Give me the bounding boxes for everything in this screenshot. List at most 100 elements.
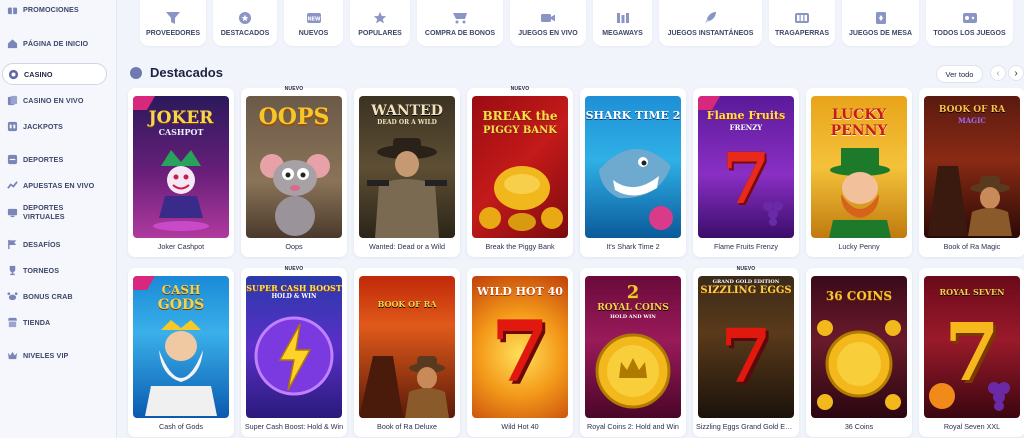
game-card-royal-coins-2[interactable]: 2 ROYAL COINS HOLD AND WIN Royal Coins 2… (580, 268, 686, 437)
star-badge-icon (239, 12, 251, 24)
game-logo-subtext: DEAD OR A WILD (377, 119, 437, 126)
game-card-royal-seven-xxl[interactable]: ROYAL SEVEN 7 Royal Seven XXL (919, 268, 1024, 437)
game-card-book-of-ra-deluxe[interactable]: BOOK OF RA Book of Ra Deluxe (354, 268, 460, 437)
sidebar-item-torneos[interactable]: TORNEOS (0, 259, 108, 281)
game-logo-subtext: PIGGY BANK (483, 125, 557, 136)
game-logo-text: Flame Fruits (706, 109, 786, 122)
category-label: TRAGAPERRAS (774, 30, 830, 37)
category-megaways[interactable]: MEGAWAYS (593, 0, 652, 46)
sidebar-item-inicio[interactable]: PÁGINA DE INICIO (0, 32, 108, 54)
category-populares[interactable]: POPULARES (350, 0, 410, 46)
sports-icon (6, 153, 18, 165)
home-icon (6, 37, 18, 49)
game-thumbnail: ROYAL SEVEN 7 (924, 276, 1020, 418)
camera-icon (541, 14, 555, 22)
category-destacados[interactable]: DESTACADOS (213, 0, 277, 46)
category-proveedores[interactable]: PROVEEDORES (140, 0, 206, 46)
category-nuevos[interactable]: NEW NUEVOS (284, 0, 343, 46)
sidebar-item-bonus-crab[interactable]: BONUS CRAB (0, 285, 108, 307)
game-logo-text: JOKER (148, 108, 214, 128)
game-title: Wanted: Dead or a Wild (368, 242, 446, 251)
sidebar-item-label: BONUS CRAB (23, 291, 73, 301)
game-card-oops[interactable]: NUEVO OOPS Oops (241, 86, 347, 257)
game-card-flame-fruits-frenzy[interactable]: Flame Fruits FRENZY 7 Flame Fruits Frenz… (693, 88, 799, 257)
sidebar-item-label: JACKPOTS (23, 121, 63, 131)
game-thumbnail: WILD HOT 40 7 (472, 276, 568, 418)
game-title: Royal Seven XXL (943, 422, 1001, 431)
shark-character-illustration (599, 148, 673, 230)
category-compra-de-bonos[interactable]: COMPRA DE BONOS (417, 0, 503, 46)
game-logo-text: OOPS (258, 104, 330, 130)
carousel-next-button[interactable]: › (1008, 65, 1024, 81)
sidebar-item-label: DEPORTES VIRTUALES (23, 203, 65, 221)
game-card-sizzling-eggs[interactable]: NUEVO SIZZLING EGGS GRAND GOLD EDITION 7… (693, 266, 799, 437)
game-thumbnail: BOOK OF RA (359, 276, 455, 418)
carousel-prev-button[interactable]: ‹ (990, 65, 1006, 81)
game-thumbnail: OOPS (246, 96, 342, 238)
hot-ribbon (698, 96, 721, 110)
game-card-wild-hot-40[interactable]: WILD HOT 40 7 Wild Hot 40 (467, 268, 573, 437)
royal-coins-number: 2 (626, 282, 640, 303)
category-todos-los-juegos[interactable]: TODOS LOS JUEGOS (926, 0, 1013, 46)
all-games-icon (962, 13, 977, 23)
live-cards-icon (6, 94, 18, 106)
jackpot-icon (6, 120, 18, 132)
game-card-book-of-ra-magic[interactable]: BOOK OF RA MAGIC Book of Ra Magic (919, 88, 1024, 257)
game-logo-text: WANTED (371, 103, 443, 119)
game-card-36-coins[interactable]: 36 COINS 36 Coins (806, 268, 912, 437)
game-thumbnail: BREAK the PIGGY BANK (472, 96, 568, 238)
crown-icon (6, 349, 18, 361)
game-thumbnail: JOKER CASHPOT (133, 96, 229, 238)
game-thumbnail: LUCKY PENNY (811, 96, 907, 238)
game-card-wanted[interactable]: WANTED DEAD OR A WILD Wanted: Dead or a … (354, 88, 460, 257)
sidebar-item-jackpots[interactable]: JACKPOTS (0, 115, 108, 137)
new-badge: NUEVO (510, 86, 530, 92)
sidebar-item-label: TIENDA (23, 317, 51, 327)
sidebar-item-casino-en-vivo[interactable]: CASINO EN VIVO (0, 89, 108, 111)
new-badge: NUEVO (284, 266, 304, 272)
category-label: NUEVOS (298, 30, 329, 37)
sidebar-item-desafios[interactable]: DESAFÍOS (0, 233, 108, 255)
gold-coin-illustration (595, 333, 671, 409)
game-card-cash-of-gods[interactable]: CASH GODS Cash of Gods (128, 268, 234, 437)
game-card-joker-cashpot[interactable]: JOKER CASHPOT Joker Cashpot (128, 88, 234, 257)
sidebar-item-label: CASINO EN VIVO (23, 95, 84, 105)
game-title: Flame Fruits Frenzy (714, 242, 778, 251)
sidebar: PROMOCIONES PÁGINA DE INICIO CASINO CASI… (0, 0, 117, 438)
category-juegos-en-vivo[interactable]: JUEGOS EN VIVO (510, 0, 586, 46)
game-logo-text: SHARK TIME 2 (585, 109, 681, 122)
game-logo-text: CASH (161, 283, 201, 297)
category-label: JUEGOS INSTANTÁNEOS (667, 30, 754, 37)
game-card-lucky-penny[interactable]: LUCKY PENNY Lucky Penny (806, 88, 912, 257)
game-card-super-cash-boost[interactable]: NUEVO SUPER CASH BOOST HOLD & WIN Super … (241, 266, 347, 437)
view-all-button[interactable]: Ver todo (936, 65, 983, 83)
featured-section-icon (130, 67, 142, 79)
sidebar-item-tienda[interactable]: TIENDA (0, 311, 108, 333)
game-card-shark-time-2[interactable]: SHARK TIME 2 It's Shark Time 2 (580, 88, 686, 257)
game-logo-subtext: HOLD AND WIN (610, 314, 656, 320)
trophy-icon (6, 264, 18, 276)
sidebar-item-label: NIVELES VIP (23, 350, 69, 360)
game-logo-text: ROYAL COINS (597, 303, 669, 313)
sidebar-item-deportes-virtuales[interactable]: DEPORTES VIRTUALES (0, 200, 108, 224)
bonus-buy-icon (453, 13, 467, 24)
category-tragaperras[interactable]: TRAGAPERRAS (769, 0, 835, 46)
game-logo-text: ROYAL SEVEN (939, 287, 1005, 297)
lightning-coin-illustration (254, 316, 334, 396)
rat-character-illustration (260, 154, 330, 236)
game-title: Cash of Gods (159, 422, 203, 431)
gold-coins-illustration (817, 320, 901, 410)
category-juegos-de-mesa[interactable]: JUEGOS DE MESA (842, 0, 919, 46)
game-logo-text: BOOK OF RA (938, 105, 1006, 115)
game-title: Wild Hot 40 (501, 422, 539, 431)
category-juegos-instantaneos[interactable]: JUEGOS INSTANTÁNEOS (659, 0, 762, 46)
sidebar-item-deportes[interactable]: DEPORTES (0, 148, 108, 170)
new-badge: NUEVO (736, 266, 756, 272)
sidebar-item-promociones[interactable]: PROMOCIONES (0, 0, 108, 20)
sidebar-item-casino[interactable]: CASINO (2, 63, 107, 85)
game-card-break-the-piggy-bank[interactable]: NUEVO BREAK the PIGGY BANK Break the Pig… (467, 86, 573, 257)
sidebar-item-apuestas-en-vivo[interactable]: APUESTAS EN VIVO (0, 174, 108, 196)
game-thumbnail: SUPER CASH BOOST HOLD & WIN (246, 276, 342, 418)
game-logo-subtext: GRAND GOLD EDITION (712, 279, 780, 285)
sidebar-item-niveles-vip[interactable]: NIVELES VIP (0, 344, 108, 366)
